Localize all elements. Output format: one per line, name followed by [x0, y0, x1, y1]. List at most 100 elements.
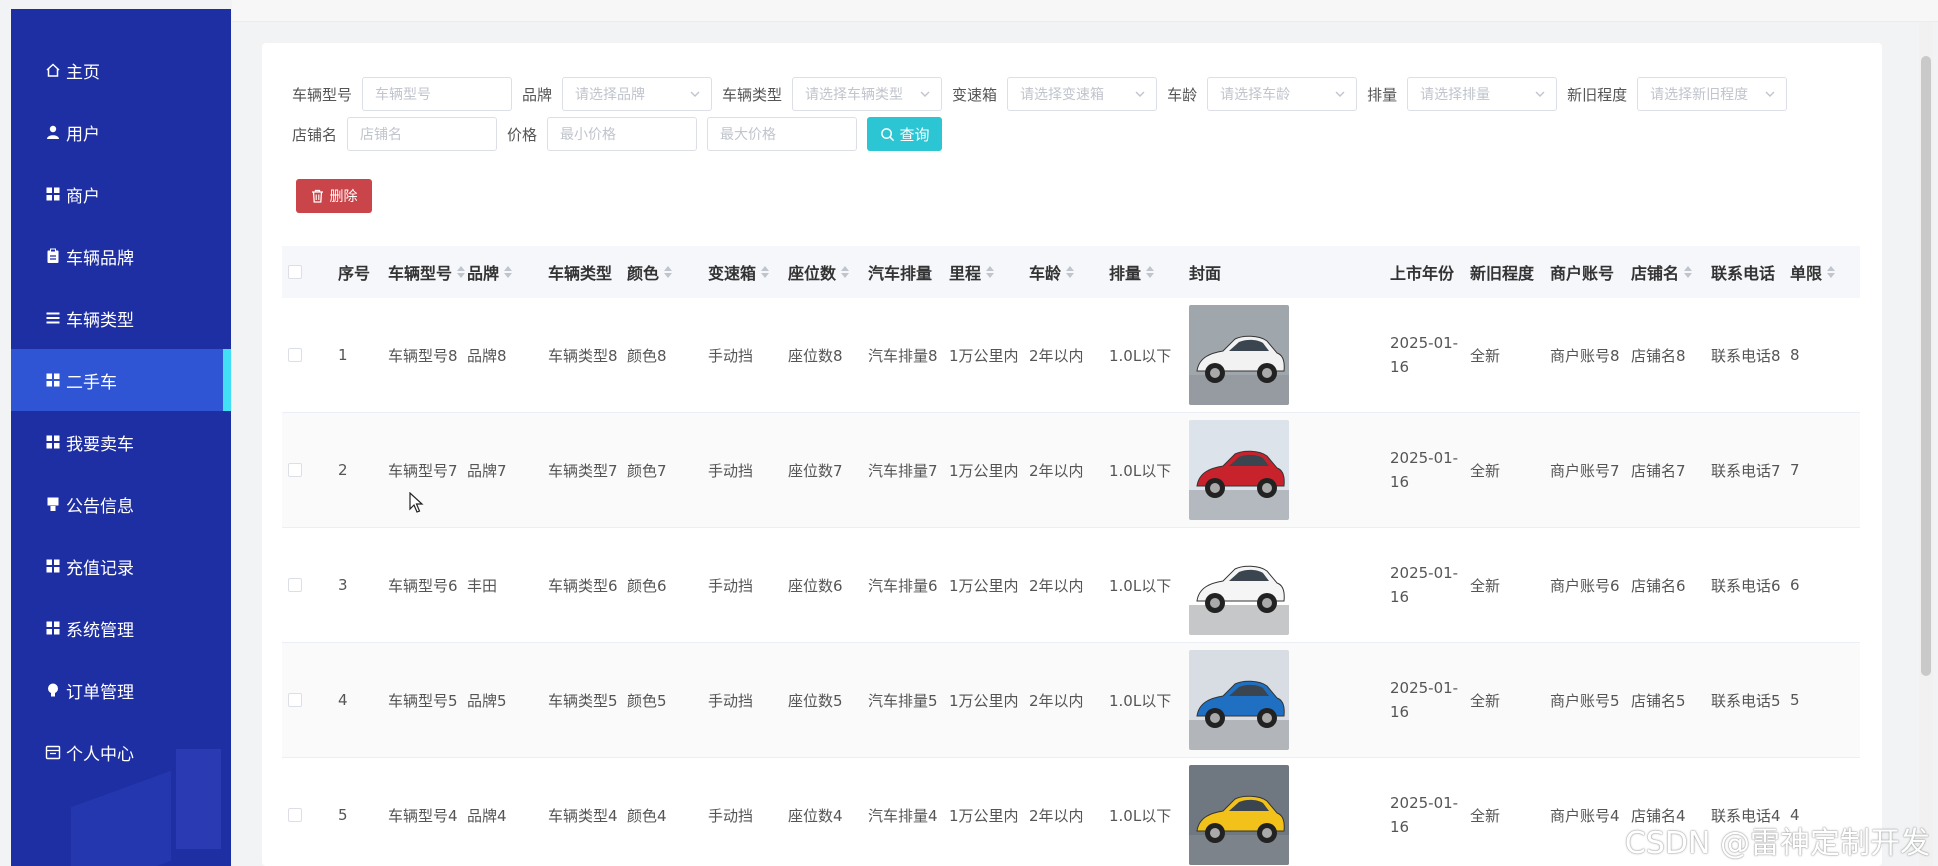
sidebar-item-3[interactable]: 商户 [11, 163, 231, 225]
column-header-brand[interactable]: 品牌 [467, 246, 513, 298]
table-row[interactable]: 5 车辆型号4 品牌4 车辆类型4 颜色4 手动挡 座位数4 汽车排量4 1万公里内 2年以内 1.… [282, 758, 1860, 866]
car-cover-image[interactable] [1189, 420, 1289, 520]
delete-button[interactable]: 删除 [296, 179, 372, 213]
sidebar-item-2[interactable]: 用户 [11, 101, 231, 163]
sort-caret-icon[interactable] [761, 265, 770, 279]
cell-color: 颜色6 [627, 576, 667, 595]
column-header-label: 联系电话 [1711, 264, 1776, 283]
cell-condition: 全新 [1470, 346, 1501, 365]
min-price-input[interactable]: 最小价格 [547, 117, 698, 151]
row-checkbox[interactable] [288, 808, 302, 822]
cell-mileage: 1万公里内 [949, 691, 1019, 710]
table-row[interactable]: 3 车辆型号6 丰田 车辆类型6 颜色6 手动挡 座位数6 汽车排量6 1万公里内 2年以内 1.0… [282, 528, 1860, 643]
cell-type: 车辆类型8 [548, 346, 618, 365]
grid-icon [44, 371, 62, 389]
cell-mileage: 1万公里内 [949, 576, 1019, 595]
cell-seats: 座位数7 [788, 461, 843, 480]
cell-seats: 座位数4 [788, 806, 843, 825]
row-checkbox[interactable] [288, 463, 302, 477]
row-checkbox[interactable] [288, 693, 302, 707]
home-icon [44, 61, 62, 79]
scrollbar-thumb[interactable] [1921, 56, 1931, 676]
sort-caret-icon[interactable] [1827, 265, 1836, 279]
sort-caret-icon[interactable] [504, 265, 513, 279]
sidebar-item-6[interactable]: 二手车 [11, 349, 231, 411]
select-all-checkbox[interactable] [288, 265, 302, 279]
sidebar-item-1[interactable]: 主页 [11, 39, 231, 101]
type-select[interactable]: 请选择车辆类型 [792, 77, 943, 111]
sort-caret-icon[interactable] [1146, 265, 1155, 279]
column-header-color[interactable]: 颜色 [627, 246, 673, 298]
sidebar-item-9[interactable]: 充值记录 [11, 535, 231, 597]
sort-caret-icon[interactable] [986, 265, 995, 279]
sort-caret-icon[interactable] [457, 265, 466, 279]
car-cover-image[interactable] [1189, 535, 1289, 635]
cell-account: 商户账号8 [1550, 346, 1620, 365]
sidebar-item-5[interactable]: 车辆类型 [11, 287, 231, 349]
sidebar-item-11[interactable]: 订单管理 [11, 659, 231, 721]
filter-label-age: 车龄 [1167, 85, 1198, 104]
cell-condition: 全新 [1470, 806, 1501, 825]
sidebar-item-12[interactable]: 个人中心 [11, 721, 231, 783]
sidebar-item-7[interactable]: 我要卖车 [11, 411, 231, 473]
sort-caret-icon[interactable] [1684, 265, 1693, 279]
car-cover-image[interactable] [1189, 650, 1289, 750]
row-checkbox-cell [288, 413, 302, 527]
sidebar-item-label: 二手车 [66, 372, 117, 393]
cell-seats: 座位数8 [788, 346, 843, 365]
car-cover-image[interactable] [1189, 305, 1289, 405]
column-header-volume[interactable]: 排量 [1109, 246, 1155, 298]
sort-caret-icon[interactable] [841, 265, 850, 279]
column-header-seats[interactable]: 座位数 [788, 246, 850, 298]
sort-caret-icon[interactable] [1066, 265, 1075, 279]
delete-button-label: 删除 [329, 189, 358, 205]
model-input[interactable]: 车辆型号 [362, 77, 513, 111]
sidebar-item-label: 充值记录 [66, 558, 134, 579]
column-header-gearbox[interactable]: 变速箱 [708, 246, 770, 298]
column-header-label: 单限 [1790, 264, 1823, 283]
brand-select[interactable]: 请选择品牌 [562, 77, 713, 111]
cell-color: 颜色7 [627, 461, 667, 480]
chevron-down-icon [690, 91, 700, 97]
column-header-model[interactable]: 车辆型号 [388, 246, 466, 298]
cell-brand: 丰田 [467, 576, 498, 595]
max-price-input[interactable]: 最大价格 [707, 117, 858, 151]
shop-input[interactable]: 店铺名 [347, 117, 498, 151]
cell-model: 车辆型号4 [388, 806, 458, 825]
sort-caret-icon[interactable] [664, 265, 673, 279]
query-button[interactable]: 查询 [867, 117, 943, 151]
column-header-shop[interactable]: 店铺名 [1631, 246, 1693, 298]
car-cover-image[interactable] [1189, 765, 1289, 865]
column-header-label: 里程 [949, 264, 982, 283]
cell-displacement: 汽车排量4 [868, 806, 938, 825]
cell-brand: 品牌8 [467, 346, 507, 365]
cell-shop: 店铺名6 [1631, 576, 1686, 595]
cell-index: 2 [338, 461, 348, 479]
sidebar-item-10[interactable]: 系统管理 [11, 597, 231, 659]
mouse-cursor-icon [409, 492, 424, 513]
table-row[interactable]: 1 车辆型号8 品牌8 车辆类型8 颜色8 手动挡 座位数8 汽车排量8 1万公里内 2年以内 1.… [282, 298, 1860, 413]
list-icon [44, 309, 62, 327]
grid-icon [44, 185, 62, 203]
column-header-age[interactable]: 车龄 [1029, 246, 1075, 298]
cell-model: 车辆型号5 [388, 691, 458, 710]
table-row[interactable]: 4 车辆型号5 品牌5 车辆类型5 颜色5 手动挡 座位数5 汽车排量5 1万公里内 2年以内 1.… [282, 643, 1860, 758]
condition-select[interactable]: 请选择新旧程度 [1637, 77, 1788, 111]
column-header-type: 车辆类型 [548, 246, 612, 298]
row-checkbox[interactable] [288, 578, 302, 592]
row-checkbox[interactable] [288, 348, 302, 362]
gearbox-select[interactable]: 请选择变速箱 [1007, 77, 1158, 111]
age-select[interactable]: 请选择车龄 [1207, 77, 1358, 111]
table-row[interactable]: 2 车辆型号7 品牌7 车辆类型7 颜色7 手动挡 座位数7 汽车排量7 1万公里内 2年以内 1.… [282, 413, 1860, 528]
column-header-limit[interactable]: 单限 [1790, 246, 1836, 298]
displacement-select[interactable]: 请选择排量 [1407, 77, 1558, 111]
sidebar-item-4[interactable]: 车辆品牌 [11, 225, 231, 287]
column-header-label: 车辆类型 [548, 264, 613, 283]
sidebar-item-8[interactable]: 公告信息 [11, 473, 231, 535]
cell-model: 车辆型号6 [388, 576, 458, 595]
clipboard-icon [44, 247, 62, 265]
scrollbar[interactable] [1919, 22, 1933, 866]
cell-type: 车辆类型7 [548, 461, 618, 480]
column-header-mileage[interactable]: 里程 [949, 246, 995, 298]
cell-age: 2年以内 [1029, 346, 1084, 365]
